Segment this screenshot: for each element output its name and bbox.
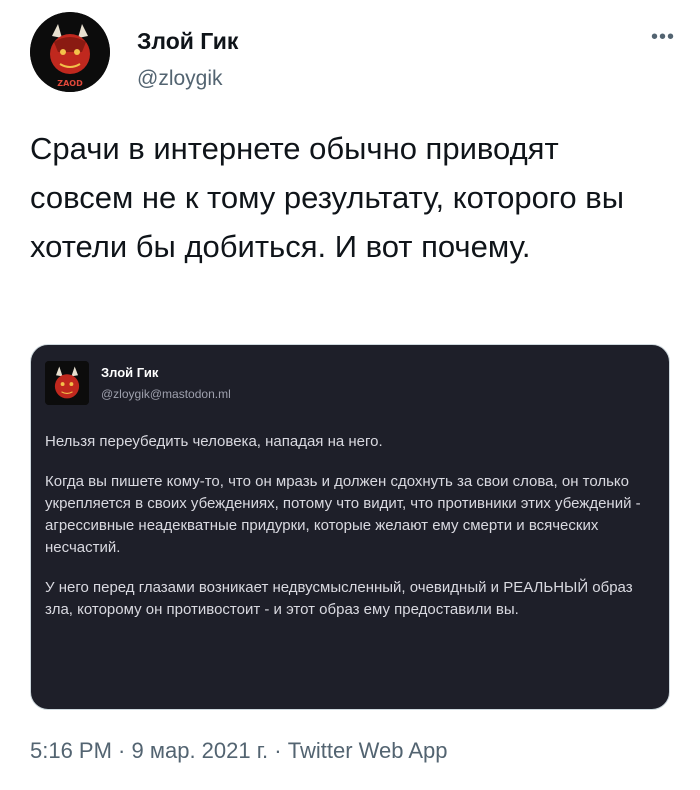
- embedded-paragraph: Нельзя переубедить человека, нападая на …: [45, 433, 383, 450]
- embedded-avatar: [45, 361, 89, 405]
- devil-avatar-icon: [45, 361, 89, 405]
- embedded-paragraph: Когда вы пишете кому-то, что он мразь и …: [45, 473, 641, 556]
- embedded-post-card[interactable]: Злой Гик @zloygik@mastodon.ml Нельзя пер…: [30, 344, 670, 710]
- author-avatar[interactable]: ZAOD: [30, 12, 110, 92]
- svg-text:ZAOD: ZAOD: [57, 79, 83, 88]
- tweet-meta: 5:16 PM · 9 мар. 2021 г. · Twitter Web A…: [30, 738, 448, 764]
- embedded-paragraph: У него перед глазами возникает недвусмыс…: [45, 579, 633, 618]
- timestamp-time[interactable]: 5:16 PM: [30, 738, 112, 763]
- tweet-header: ZAOD Злой Гик @zloygik •••: [30, 12, 680, 102]
- embedded-author-handle: @zloygik@mastodon.ml: [101, 387, 231, 401]
- more-options-icon[interactable]: •••: [651, 26, 675, 49]
- meta-separator: ·: [268, 738, 288, 763]
- meta-separator: ·: [111, 738, 132, 763]
- embedded-author-name: Злой Гик: [101, 365, 159, 380]
- author-name[interactable]: Злой Гик: [137, 28, 238, 55]
- devil-avatar-icon: ZAOD: [30, 12, 110, 92]
- tweet-text: Срачи в интернете обычно приводят совсем…: [30, 131, 625, 264]
- embedded-post-body: Нельзя переубедить человека, нападая на …: [45, 431, 657, 639]
- source-app[interactable]: Twitter Web App: [288, 738, 448, 763]
- timestamp-date[interactable]: 9 мар. 2021 г.: [132, 738, 269, 763]
- author-handle[interactable]: @zloygik: [137, 67, 223, 91]
